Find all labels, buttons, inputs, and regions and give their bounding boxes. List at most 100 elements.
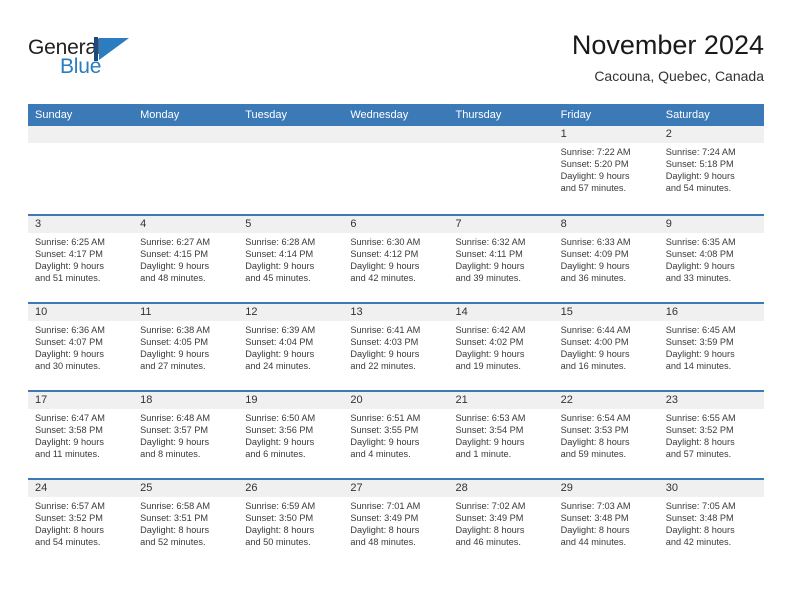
sunset-time: Sunset: 3:56 PM xyxy=(245,425,314,436)
calendar-day-cell[interactable]: 17 Sunrise: 6:47 AM Sunset: 3:58 PM Dayligh… xyxy=(28,392,134,478)
calendar-day-cell[interactable]: 14 Sunrise: 6:42 AM Sunset: 4:02 PM Dayligh… xyxy=(448,304,554,390)
calendar-day-cell[interactable]: 18 Sunrise: 6:48 AM Sunset: 3:57 PM Dayligh… xyxy=(133,392,239,478)
weekday-header-thursday: Thursday xyxy=(455,109,502,121)
calendar-day-cell[interactable]: 13 Sunrise: 6:41 AM Sunset: 4:03 PM Dayligh… xyxy=(343,304,449,390)
day-details: Sunrise: 6:25 AM Sunset: 4:17 PM Daylight:… xyxy=(28,233,133,284)
day-number-strip xyxy=(448,126,554,143)
daylight-duration-line1: Daylight: 9 hours xyxy=(140,349,210,360)
calendar-day-cell[interactable]: 10 Sunrise: 6:36 AM Sunset: 4:07 PM Dayligh… xyxy=(28,304,134,390)
calendar-day-cell[interactable]: 2 Sunrise: 7:24 AM Sunset: 5:18 PM Daylight… xyxy=(658,126,764,214)
calendar-week-row: 3 Sunrise: 6:25 AM Sunset: 4:17 PM Daylight… xyxy=(28,214,764,302)
daylight-duration-line1: Daylight: 9 hours xyxy=(560,261,630,272)
day-number-strip: 16 xyxy=(658,304,764,321)
daylight-duration-line2: and 57 minutes. xyxy=(560,183,627,194)
weekday-header-sunday: Sunday xyxy=(35,109,73,121)
calendar-week-row: 10 Sunrise: 6:36 AM Sunset: 4:07 PM Dayligh… xyxy=(28,302,764,390)
day-number: 8 xyxy=(560,218,567,230)
day-number-strip: 22 xyxy=(553,392,659,409)
calendar-day-cell[interactable]: 23 Sunrise: 6:55 AM Sunset: 3:52 PM Dayligh… xyxy=(658,392,764,478)
day-number: 28 xyxy=(455,482,468,494)
sunset-time: Sunset: 4:02 PM xyxy=(455,337,524,348)
calendar-day-cell[interactable]: 3 Sunrise: 6:25 AM Sunset: 4:17 PM Daylight… xyxy=(28,216,134,302)
sunrise-time: Sunrise: 6:42 AM xyxy=(455,325,526,335)
calendar-day-cell[interactable]: 29 Sunrise: 7:03 AM Sunset: 3:48 PM Dayligh… xyxy=(553,480,659,566)
weekday-header-saturday: Saturday xyxy=(665,109,710,121)
calendar-day-cell[interactable]: 1 Sunrise: 7:22 AM Sunset: 5:20 PM Daylight… xyxy=(553,126,659,214)
calendar-day-cell[interactable]: 30 Sunrise: 7:05 AM Sunset: 3:48 PM Dayligh… xyxy=(658,480,764,566)
calendar-day-cell[interactable]: 4 Sunrise: 6:27 AM Sunset: 4:15 PM Daylight… xyxy=(133,216,239,302)
day-number-strip: 2 xyxy=(658,126,764,143)
calendar-day-cell[interactable]: 6 Sunrise: 6:30 AM Sunset: 4:12 PM Daylight… xyxy=(343,216,449,302)
calendar-day-cell[interactable]: 27 Sunrise: 7:01 AM Sunset: 3:49 PM Dayligh… xyxy=(343,480,449,566)
day-number: 12 xyxy=(245,306,258,318)
sunrise-time: Sunrise: 6:30 AM xyxy=(350,237,421,247)
sunset-time: Sunset: 3:59 PM xyxy=(665,337,734,348)
day-details: Sunrise: 6:36 AM Sunset: 4:07 PM Daylight:… xyxy=(28,321,133,372)
calendar-day-cell[interactable]: 8 Sunrise: 6:33 AM Sunset: 4:09 PM Daylight… xyxy=(553,216,659,302)
weekday-header-monday: Monday xyxy=(140,109,180,121)
day-number-strip: 21 xyxy=(448,392,554,409)
sunset-time: Sunset: 5:18 PM xyxy=(665,159,734,170)
calendar-day-cell[interactable]: 15 Sunrise: 6:44 AM Sunset: 4:00 PM Dayligh… xyxy=(553,304,659,390)
day-number: 18 xyxy=(140,394,153,406)
daylight-duration-line1: Daylight: 9 hours xyxy=(245,437,315,448)
day-details: Sunrise: 6:51 AM Sunset: 3:55 PM Daylight:… xyxy=(343,409,448,460)
day-details: Sunrise: 7:05 AM Sunset: 3:48 PM Daylight:… xyxy=(659,497,764,548)
sunrise-time: Sunrise: 6:57 AM xyxy=(35,501,105,511)
calendar-page: General Blue November 2024 Cacouna, Queb… xyxy=(0,0,792,612)
sunrise-time: Sunrise: 6:45 AM xyxy=(665,325,736,335)
day-number-strip: 7 xyxy=(448,216,554,233)
day-details: Sunrise: 6:44 AM Sunset: 4:00 PM Daylight:… xyxy=(554,321,659,372)
daylight-duration-line1: Daylight: 9 hours xyxy=(455,261,525,272)
calendar-day-cell[interactable]: 7 Sunrise: 6:32 AM Sunset: 4:11 PM Daylight… xyxy=(448,216,554,302)
calendar-day-cell[interactable]: 21 Sunrise: 6:53 AM Sunset: 3:54 PM Dayligh… xyxy=(448,392,554,478)
day-number-strip: 25 xyxy=(133,480,239,497)
sunset-time: Sunset: 3:48 PM xyxy=(560,513,629,524)
calendar-day-cell[interactable]: 11 Sunrise: 6:38 AM Sunset: 4:05 PM Dayligh… xyxy=(133,304,239,390)
sunrise-time: Sunrise: 7:05 AM xyxy=(665,501,736,511)
day-number-strip: 13 xyxy=(343,304,449,321)
calendar-day-cell-empty xyxy=(28,126,134,214)
daylight-duration-line1: Daylight: 9 hours xyxy=(245,261,315,272)
sunrise-time: Sunrise: 7:24 AM xyxy=(665,147,736,157)
sunrise-time: Sunrise: 6:32 AM xyxy=(455,237,526,247)
brand-logo[interactable]: General Blue xyxy=(28,36,258,88)
daylight-duration-line1: Daylight: 9 hours xyxy=(245,349,315,360)
calendar-day-cell[interactable]: 5 Sunrise: 6:28 AM Sunset: 4:14 PM Daylight… xyxy=(238,216,344,302)
calendar-day-cell[interactable]: 16 Sunrise: 6:45 AM Sunset: 3:59 PM Dayligh… xyxy=(658,304,764,390)
day-number-strip: 8 xyxy=(553,216,659,233)
day-number: 21 xyxy=(455,394,468,406)
calendar-day-cell[interactable]: 20 Sunrise: 6:51 AM Sunset: 3:55 PM Dayligh… xyxy=(343,392,449,478)
calendar-day-cell[interactable]: 24 Sunrise: 6:57 AM Sunset: 3:52 PM Dayligh… xyxy=(28,480,134,566)
day-details: Sunrise: 6:55 AM Sunset: 3:52 PM Daylight:… xyxy=(659,409,764,460)
calendar-day-cell[interactable]: 28 Sunrise: 7:02 AM Sunset: 3:49 PM Dayligh… xyxy=(448,480,554,566)
daylight-duration-line1: Daylight: 9 hours xyxy=(35,261,104,272)
calendar-day-cell[interactable]: 12 Sunrise: 6:39 AM Sunset: 4:04 PM Dayligh… xyxy=(238,304,344,390)
sunset-time: Sunset: 4:09 PM xyxy=(560,249,629,260)
daylight-duration-line1: Daylight: 9 hours xyxy=(35,349,104,360)
daylight-duration-line2: and 33 minutes. xyxy=(665,273,732,284)
sunset-time: Sunset: 5:20 PM xyxy=(560,159,629,170)
calendar-week-row: 17 Sunrise: 6:47 AM Sunset: 3:58 PM Dayligh… xyxy=(28,390,764,478)
daylight-duration-line1: Daylight: 8 hours xyxy=(455,525,525,536)
sunset-time: Sunset: 4:14 PM xyxy=(245,249,314,260)
sunset-time: Sunset: 3:53 PM xyxy=(560,425,629,436)
day-number-strip: 28 xyxy=(448,480,554,497)
day-details: Sunrise: 6:39 AM Sunset: 4:04 PM Daylight:… xyxy=(238,321,343,372)
calendar-day-cell[interactable]: 26 Sunrise: 6:59 AM Sunset: 3:50 PM Dayligh… xyxy=(238,480,344,566)
calendar-day-cell[interactable]: 22 Sunrise: 6:54 AM Sunset: 3:53 PM Dayligh… xyxy=(553,392,659,478)
daylight-duration-line2: and 50 minutes. xyxy=(245,537,311,548)
sunrise-time: Sunrise: 7:01 AM xyxy=(350,501,421,511)
day-number-strip: 1 xyxy=(553,126,659,143)
day-number: 7 xyxy=(455,218,462,230)
day-number: 25 xyxy=(140,482,153,494)
calendar-day-cell-empty xyxy=(343,126,449,214)
day-details: Sunrise: 6:30 AM Sunset: 4:12 PM Daylight:… xyxy=(343,233,448,284)
day-number: 19 xyxy=(245,394,258,406)
day-number-strip: 11 xyxy=(133,304,239,321)
sunset-time: Sunset: 4:17 PM xyxy=(35,249,103,260)
calendar-day-cell[interactable]: 19 Sunrise: 6:50 AM Sunset: 3:56 PM Dayligh… xyxy=(238,392,344,478)
daylight-duration-line1: Daylight: 8 hours xyxy=(245,525,315,536)
calendar-day-cell[interactable]: 25 Sunrise: 6:58 AM Sunset: 3:51 PM Dayligh… xyxy=(133,480,239,566)
calendar-day-cell[interactable]: 9 Sunrise: 6:35 AM Sunset: 4:08 PM Daylight… xyxy=(658,216,764,302)
